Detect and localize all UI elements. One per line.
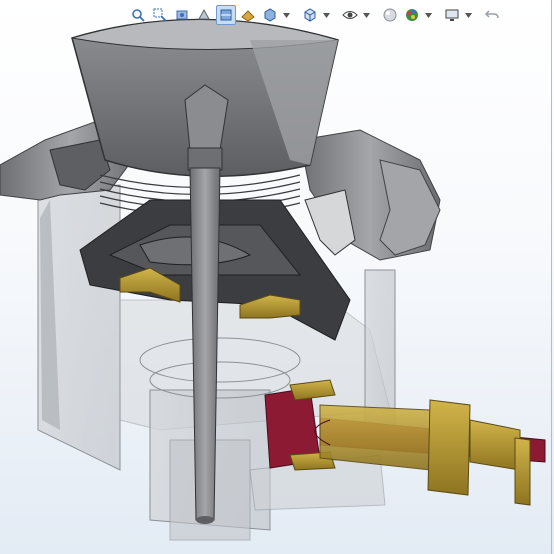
monitor-icon — [445, 9, 459, 21]
display-style-icon — [304, 8, 316, 22]
heads-up-view-toolbar — [128, 4, 502, 26]
hide-show-items-dropdown[interactable] — [362, 5, 370, 25]
view-settings-dropdown[interactable] — [464, 5, 472, 25]
chevron-down-icon — [424, 12, 432, 18]
apply-scene-icon — [406, 9, 418, 21]
view-orientation-icon — [264, 8, 276, 22]
previous-view-icon — [176, 10, 188, 20]
edit-appearance-button[interactable] — [380, 5, 400, 25]
section-view-icon — [220, 9, 232, 21]
zoom-to-fit-button[interactable] — [128, 5, 148, 25]
apply-scene-small-button[interactable] — [238, 5, 258, 25]
zoom-to-area-icon — [153, 8, 167, 22]
edit-appearance-icon — [383, 8, 397, 22]
hide-show-items-button[interactable] — [340, 5, 360, 25]
previous-view-button[interactable] — [172, 5, 192, 25]
undo-icon — [484, 10, 499, 19]
dynamic-annotation-button[interactable] — [194, 5, 214, 25]
undo-button[interactable] — [482, 5, 502, 25]
dynamic-annotation-icon — [198, 8, 210, 20]
view-orientation-dropdown[interactable] — [282, 5, 290, 25]
display-style-button[interactable] — [300, 5, 320, 25]
eye-icon — [342, 11, 358, 19]
chevron-down-icon — [362, 12, 370, 18]
dynamic-view-icon — [241, 10, 255, 22]
zoom-to-area-button[interactable] — [150, 5, 170, 25]
section-view-button[interactable] — [216, 5, 236, 25]
zoom-to-fit-icon — [132, 9, 145, 22]
cad-model-section-view[interactable] — [0, 0, 554, 554]
chevron-down-icon — [464, 12, 472, 18]
apply-scene-dropdown[interactable] — [424, 5, 432, 25]
display-style-dropdown[interactable] — [322, 5, 330, 25]
viewport-edge — [551, 0, 552, 554]
chevron-down-icon — [322, 12, 330, 18]
apply-scene-button[interactable] — [402, 5, 422, 25]
chevron-down-icon — [282, 12, 290, 18]
graphics-area[interactable] — [0, 0, 554, 554]
view-settings-button[interactable] — [442, 5, 462, 25]
view-orientation-button[interactable] — [260, 5, 280, 25]
